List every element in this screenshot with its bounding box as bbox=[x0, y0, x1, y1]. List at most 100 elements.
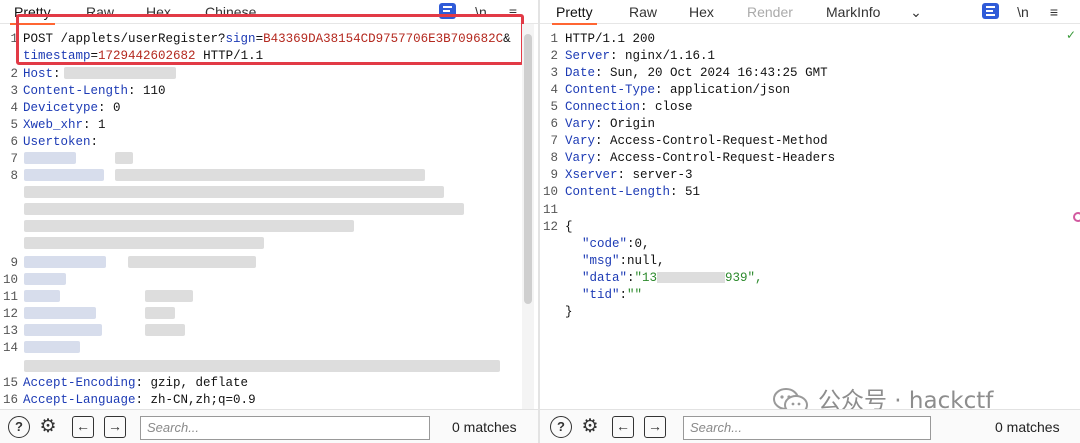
json-string-value: "13 bbox=[634, 271, 658, 285]
header-line: Date: Sun, 20 Oct 2024 16:43:25 GMT bbox=[565, 66, 828, 80]
header-line: Vary: Access-Control-Request-Headers bbox=[565, 151, 836, 165]
scrollbar-thumb[interactable] bbox=[524, 34, 532, 304]
scrollbar[interactable] bbox=[522, 24, 534, 409]
header-value: Access-Control-Request-Method bbox=[610, 134, 828, 148]
check-icon: ✓ bbox=[1065, 28, 1076, 42]
header-line: Host: bbox=[23, 67, 69, 81]
line-number: 12 bbox=[542, 220, 558, 234]
settings-gear-icon[interactable]: ⚙ bbox=[37, 416, 59, 438]
header-key: Usertoken bbox=[23, 135, 91, 149]
line-number: 7 bbox=[10, 152, 18, 166]
header-value: Access-Control-Request-Headers bbox=[610, 151, 836, 165]
chevron-down-icon[interactable]: ⌄ bbox=[908, 2, 924, 22]
header-value: Origin bbox=[610, 117, 656, 131]
header-key: Host bbox=[23, 67, 54, 81]
response-pane: Pretty Raw Hex Render MarkInfo ⌄ \n ≡ 1 … bbox=[540, 0, 1080, 443]
line-number: 1 bbox=[550, 32, 558, 46]
line-number: 14 bbox=[2, 341, 18, 355]
line-number: 9 bbox=[550, 168, 558, 182]
header-key: Vary bbox=[565, 117, 596, 131]
json-open-brace: { bbox=[565, 220, 573, 234]
line-number: 12 bbox=[2, 307, 18, 321]
search-input[interactable]: Search... bbox=[140, 416, 430, 440]
word-wrap-icon[interactable] bbox=[982, 3, 999, 19]
next-arrow-icon[interactable]: → bbox=[644, 416, 666, 438]
response-search-bar: ? ⚙ ← → Search... 0 matches bbox=[540, 409, 1080, 443]
tab-markinfo[interactable]: MarkInfo bbox=[826, 2, 880, 22]
line-number: 10 bbox=[542, 185, 558, 199]
header-key: Xserver bbox=[565, 168, 618, 182]
previous-arrow-icon[interactable]: ← bbox=[612, 416, 634, 438]
header-key: Devicetype bbox=[23, 101, 99, 115]
line-number: 2 bbox=[10, 67, 18, 81]
header-line: Vary: Access-Control-Request-Method bbox=[565, 134, 828, 148]
redacted-digits bbox=[657, 272, 726, 284]
status-line: HTTP/1.1 200 bbox=[565, 32, 656, 46]
header-key: Vary bbox=[565, 134, 596, 148]
header-key: Connection bbox=[565, 100, 641, 114]
response-tabs: Pretty Raw Hex Render MarkInfo ⌄ \n ≡ bbox=[540, 0, 1080, 25]
header-value: application/json bbox=[670, 83, 791, 97]
json-key: "tid" bbox=[582, 288, 620, 302]
header-key: Date bbox=[565, 66, 596, 80]
line-number: 4 bbox=[10, 101, 18, 115]
tab-pretty[interactable]: Pretty bbox=[552, 2, 597, 25]
previous-arrow-icon[interactable]: ← bbox=[72, 416, 94, 438]
header-value: zh-CN,zh;q=0.9 bbox=[150, 393, 256, 407]
json-tid-line: "tid":"" bbox=[582, 288, 643, 302]
line-number: 6 bbox=[10, 135, 18, 149]
header-key: Content-Type bbox=[565, 83, 656, 97]
header-line: Vary: Origin bbox=[565, 117, 656, 131]
header-value: 1 bbox=[98, 118, 106, 132]
header-value: close bbox=[655, 100, 693, 114]
json-string-value: 939", bbox=[725, 271, 763, 285]
line-number: 3 bbox=[550, 66, 558, 80]
settings-gear-icon[interactable]: ⚙ bbox=[579, 416, 601, 438]
header-line: Content-Length: 110 bbox=[23, 84, 166, 98]
menu-icon[interactable]: ≡ bbox=[1045, 2, 1063, 22]
header-value: server-3 bbox=[632, 168, 693, 182]
line-number: 11 bbox=[542, 203, 558, 217]
header-key: Accept-Language bbox=[23, 393, 136, 407]
line-number: 15 bbox=[2, 376, 18, 390]
line-number: 13 bbox=[2, 324, 18, 338]
line-number: 5 bbox=[10, 118, 18, 132]
header-value: 0 bbox=[113, 101, 121, 115]
header-line: Accept-Encoding: gzip, deflate bbox=[23, 376, 249, 390]
tab-render[interactable]: Render bbox=[747, 2, 793, 22]
next-arrow-icon[interactable]: → bbox=[104, 416, 126, 438]
header-key: Content-Length bbox=[565, 185, 671, 199]
header-key: Content-Length bbox=[23, 84, 129, 98]
json-value: 0, bbox=[634, 237, 650, 251]
search-input[interactable]: Search... bbox=[683, 416, 931, 440]
tab-raw[interactable]: Raw bbox=[629, 2, 657, 22]
help-icon[interactable]: ? bbox=[8, 416, 30, 438]
marker-dot-icon bbox=[1073, 212, 1080, 222]
line-number: 8 bbox=[10, 169, 18, 183]
line-number: 16 bbox=[2, 393, 18, 407]
tab-hex[interactable]: Hex bbox=[689, 2, 714, 22]
line-number: 4 bbox=[550, 83, 558, 97]
header-line: Content-Length: 51 bbox=[565, 185, 701, 199]
json-msg-line: "msg":null, bbox=[582, 254, 665, 268]
newline-toggle[interactable]: \n bbox=[1014, 2, 1032, 22]
line-number: 3 bbox=[10, 84, 18, 98]
header-key: Xweb_xhr bbox=[23, 118, 84, 132]
json-key: "code" bbox=[582, 237, 628, 251]
header-line: Content-Type: application/json bbox=[565, 83, 791, 97]
line-number: 8 bbox=[550, 151, 558, 165]
header-key: Vary bbox=[565, 151, 596, 165]
header-value: 51 bbox=[685, 185, 701, 199]
header-value: 110 bbox=[143, 84, 166, 98]
header-line: Server: nginx/1.16.1 bbox=[565, 49, 716, 63]
line-number: 9 bbox=[10, 256, 18, 270]
json-code-line: "code":0, bbox=[582, 237, 650, 251]
request-search-bar: ? ⚙ ← → Search... 0 matches bbox=[0, 409, 538, 443]
header-key: Accept-Encoding bbox=[23, 376, 136, 390]
header-value: nginx/1.16.1 bbox=[625, 49, 716, 63]
matches-count: 0 matches bbox=[995, 419, 1060, 435]
matches-count: 0 matches bbox=[452, 419, 517, 435]
header-key: Server bbox=[565, 49, 611, 63]
help-icon[interactable]: ? bbox=[550, 416, 572, 438]
json-close-brace: } bbox=[565, 305, 573, 319]
